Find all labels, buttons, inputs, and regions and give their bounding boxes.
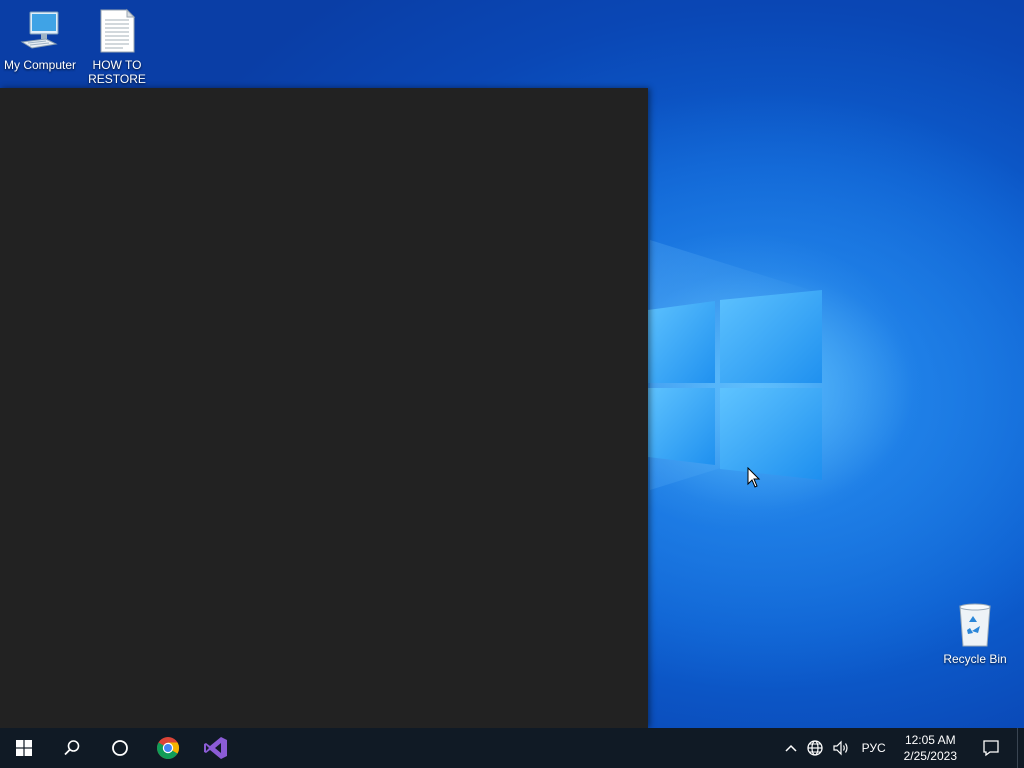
search-button[interactable] — [48, 728, 96, 768]
desktop-icon-how-to-restore[interactable]: HOW TO RESTORE — [77, 8, 157, 86]
notification-icon — [983, 740, 999, 757]
system-tray: РУС 12:05 AM 2/25/2023 — [780, 728, 1024, 768]
computer-icon — [16, 8, 64, 54]
desktop-icon-label: Recycle Bin — [943, 652, 1007, 666]
search-icon — [64, 740, 80, 756]
text-document-icon — [93, 8, 141, 54]
blank-dark-window[interactable] — [0, 88, 648, 728]
chrome-icon — [157, 737, 179, 759]
cortana-button[interactable] — [96, 728, 144, 768]
taskbar: РУС 12:05 AM 2/25/2023 — [0, 728, 1024, 768]
desktop[interactable]: My Computer HOW TO RESTORE Recycle Bin — [0, 0, 1024, 728]
taskbar-pinned-visual-studio[interactable] — [192, 728, 240, 768]
desktop-icon-label: My Computer — [3, 58, 77, 72]
mouse-pointer-icon — [747, 467, 761, 488]
start-button[interactable] — [0, 728, 48, 768]
desktop-icon-my-computer[interactable]: My Computer — [0, 8, 80, 72]
input-language-indicator[interactable]: РУС — [854, 728, 896, 768]
recycle-bin-icon — [951, 602, 999, 648]
windows-start-icon — [16, 740, 32, 756]
cortana-circle-icon — [112, 740, 128, 756]
visual-studio-icon — [204, 737, 227, 759]
chevron-up-icon — [785, 744, 797, 752]
taskbar-pinned-chrome[interactable] — [144, 728, 192, 768]
clock-date: 2/25/2023 — [903, 749, 957, 763]
speaker-volume-icon — [832, 740, 848, 756]
globe-network-icon — [806, 740, 823, 756]
clock-time: 12:05 AM — [904, 733, 956, 747]
desktop-icon-label: HOW TO RESTORE — [88, 58, 146, 86]
clock[interactable]: 12:05 AM 2/25/2023 — [896, 728, 965, 768]
volume-button[interactable] — [828, 728, 854, 768]
show-hidden-icons-button[interactable] — [780, 728, 802, 768]
show-desktop-button[interactable] — [1017, 728, 1024, 768]
action-center-button[interactable] — [965, 728, 1017, 768]
desktop-icon-recycle-bin[interactable]: Recycle Bin — [935, 602, 1015, 666]
network-button[interactable] — [802, 728, 828, 768]
